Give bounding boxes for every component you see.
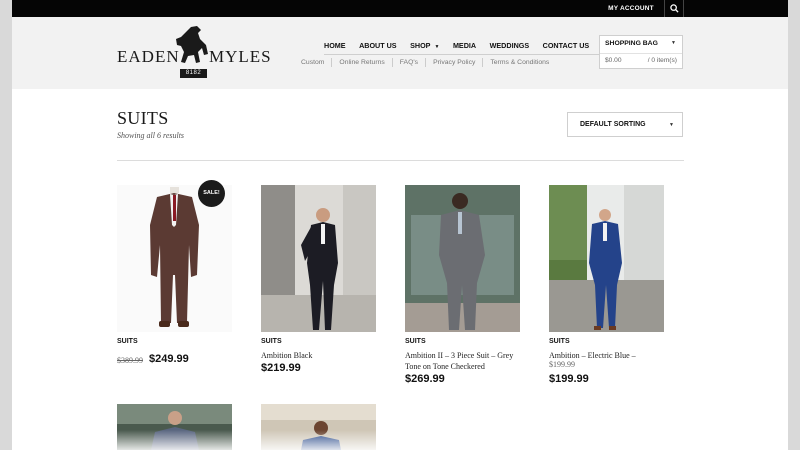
- product-category[interactable]: SUITS: [117, 338, 138, 345]
- results-count: Showing all 6 results: [117, 131, 185, 140]
- nav-shop[interactable]: SHOP ▼: [410, 40, 439, 52]
- product-image[interactable]: [117, 185, 232, 332]
- subnav-terms[interactable]: Terms & Conditions: [490, 58, 549, 68]
- nav-shop-label: SHOP: [410, 41, 431, 50]
- product-price: $249.99: [149, 353, 189, 365]
- product-name[interactable]: Ambition II – 3 Piece Suit – Grey Tone o…: [405, 350, 525, 372]
- logo-badge: 8182: [180, 69, 207, 78]
- product-old-price: $389.99: [117, 356, 143, 365]
- subnav-separator: [391, 58, 393, 67]
- subnav-separator: [482, 58, 484, 67]
- nav-contact-us[interactable]: CONTACT US: [543, 40, 590, 52]
- product-category[interactable]: SUITS: [405, 338, 426, 345]
- nav-divider: [324, 54, 602, 55]
- logo-word-left: EADEN: [117, 47, 180, 66]
- product-image[interactable]: [261, 404, 376, 450]
- sale-badge: SALE!: [198, 180, 225, 207]
- page: MY ACCOUNT EADEN MYLES 8182 HOME ABOUT U…: [12, 0, 788, 450]
- nav-home[interactable]: HOME: [324, 40, 346, 52]
- product-price: $199.99: [549, 373, 589, 385]
- main-nav: HOME ABOUT US SHOP ▼ MEDIA WEDDINGS CONTA…: [324, 40, 603, 52]
- sort-select[interactable]: DEFAULT SORTING ▼: [567, 112, 683, 137]
- product-image[interactable]: [405, 185, 520, 332]
- secondary-nav: Custom Online Returns FAQ's Privacy Poli…: [301, 58, 549, 68]
- title-divider: [117, 160, 684, 161]
- bag-divider: [600, 53, 682, 54]
- nav-about-us[interactable]: ABOUT US: [359, 40, 397, 52]
- product-old-price: $199.99: [549, 360, 575, 369]
- product-price: $269.99: [405, 373, 445, 385]
- top-account-bar: MY ACCOUNT: [12, 0, 788, 17]
- product-category[interactable]: SUITS: [261, 338, 282, 345]
- site-header: EADEN MYLES 8182 HOME ABOUT US SHOP ▼ MED…: [12, 17, 788, 89]
- shopping-bag-title[interactable]: SHOPPING BAG: [605, 40, 658, 47]
- nav-weddings[interactable]: WEDDINGS: [490, 40, 530, 52]
- product-price: $219.99: [261, 362, 301, 374]
- page-title: SUITS: [117, 108, 169, 128]
- bag-amount: $0.00: [605, 57, 622, 64]
- product-category[interactable]: SUITS: [549, 338, 570, 345]
- sort-select-value: DEFAULT SORTING: [580, 121, 646, 128]
- product-image[interactable]: [549, 185, 664, 332]
- subnav-separator: [331, 58, 333, 67]
- subnav-custom[interactable]: Custom: [301, 58, 324, 68]
- nav-media[interactable]: MEDIA: [453, 40, 476, 52]
- my-account-link[interactable]: MY ACCOUNT: [598, 0, 664, 17]
- subnav-separator: [425, 58, 427, 67]
- chevron-down-icon: ▼: [434, 44, 440, 50]
- product-image[interactable]: [261, 185, 376, 332]
- logo-word-right: MYLES: [209, 47, 272, 66]
- subnav-faqs[interactable]: FAQ's: [400, 58, 418, 68]
- shopping-bag[interactable]: SHOPPING BAG ▼ $0.00 / 0 item(s): [599, 35, 683, 69]
- topbar-divider: [683, 0, 684, 17]
- site-logo[interactable]: EADEN MYLES 8182: [117, 23, 272, 83]
- search-icon[interactable]: [665, 0, 683, 17]
- chevron-down-icon: ▼: [669, 122, 674, 128]
- bag-item-count: / 0 item(s): [647, 57, 677, 64]
- subnav-privacy-policy[interactable]: Privacy Policy: [433, 58, 475, 68]
- subnav-online-returns[interactable]: Online Returns: [339, 58, 384, 68]
- horse-logo-icon: [176, 26, 208, 63]
- product-name[interactable]: Ambition Black: [261, 350, 381, 361]
- chevron-down-icon: ▼: [671, 40, 676, 46]
- product-image[interactable]: [117, 404, 232, 450]
